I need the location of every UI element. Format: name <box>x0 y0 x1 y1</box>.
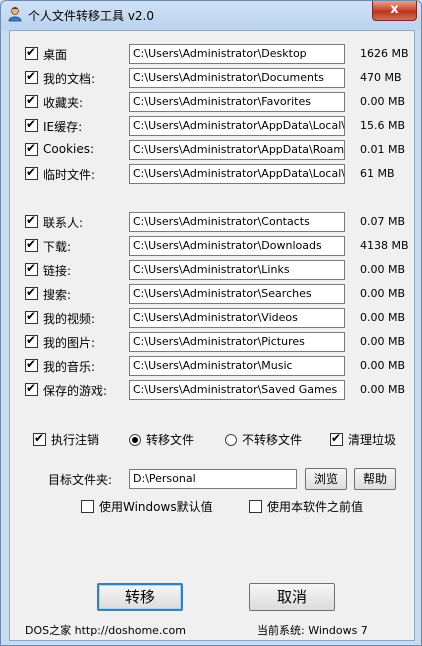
folder-path-input[interactable]: C:\Users\Administrator\Desktop <box>129 44 345 64</box>
move-files-radio[interactable] <box>129 434 141 446</box>
folder-label: 我的图片: <box>43 336 96 350</box>
folder-row: 我的文档: C:\Users\Administrator\Documents 470… <box>10 67 414 89</box>
footer-site-text: DOS之家 http://doshome.com <box>25 624 186 637</box>
folder-path-input[interactable]: C:\Users\Administrator\Saved Games <box>129 380 345 400</box>
folder-path-input[interactable]: C:\Users\Administrator\Favorites <box>129 92 345 112</box>
folder-path-input[interactable]: C:\Users\Administrator\Downloads <box>129 236 345 256</box>
folder-checkbox[interactable] <box>25 333 38 348</box>
folder-label: 搜索: <box>43 288 72 302</box>
folder-row: 搜索: C:\Users\Administrator\Searches 0.00 M… <box>10 283 414 305</box>
close-button[interactable]: x <box>372 1 417 21</box>
folder-path-input[interactable]: C:\Users\Administrator\Pictures <box>129 332 345 352</box>
window-title: 个人文件转移工具 v2.0 <box>28 9 155 23</box>
client-area: 桌面 C:\Users\Administrator\Desktop 1626 MB 我… <box>9 30 415 641</box>
folder-row: 我的图片: C:\Users\Administrator\Pictures 0.00… <box>10 331 414 353</box>
folder-size: 0.00 MB <box>360 335 406 348</box>
folder-row: 保存的游戏: C:\Users\Administrator\Saved Games… <box>10 379 414 401</box>
previous-values-checkbox[interactable] <box>249 500 262 513</box>
folder-label: 收藏夹: <box>43 96 84 110</box>
folder-checkbox[interactable] <box>25 237 38 252</box>
logoff-label: 执行注销 <box>51 433 100 447</box>
windows-default-checkbox[interactable] <box>81 500 94 513</box>
folder-row: 临时文件: C:\Users\Administrator\AppData\Loca… <box>10 163 414 185</box>
folder-size: 4138 MB <box>360 239 409 252</box>
app-user-icon <box>8 7 22 22</box>
folder-checkbox[interactable] <box>25 45 38 60</box>
folder-label: 保存的游戏: <box>43 384 108 398</box>
folder-size: 61 MB <box>360 167 395 180</box>
folder-checkbox[interactable] <box>25 261 38 276</box>
transfer-button[interactable]: 转移 <box>97 583 183 611</box>
folder-label: 桌面 <box>43 48 68 62</box>
folder-label: 我的视频: <box>43 312 96 326</box>
footer-system-text: 当前系统: Windows 7 <box>257 624 368 637</box>
folder-size: 470 MB <box>360 71 402 84</box>
folder-label: IE缓存: <box>43 120 83 134</box>
previous-values-label: 使用本软件之前值 <box>267 500 364 514</box>
cancel-button[interactable]: 取消 <box>249 583 335 611</box>
folder-label: 联系人: <box>43 216 84 230</box>
folder-label: 下载: <box>43 240 72 254</box>
folder-row: 我的视频: C:\Users\Administrator\Videos 0.00 M… <box>10 307 414 329</box>
target-folder-input[interactable]: D:\Personal <box>129 469 297 489</box>
folder-size: 1626 MB <box>360 47 409 60</box>
folder-size: 0.00 MB <box>360 95 406 108</box>
folder-size: 0.00 MB <box>360 383 406 396</box>
folder-checkbox[interactable] <box>25 93 38 108</box>
windows-default-label: 使用Windows默认值 <box>99 500 213 514</box>
folder-checkbox[interactable] <box>25 381 38 396</box>
folder-row: 我的音乐: C:\Users\Administrator\Music 0.00 MB <box>10 355 414 377</box>
folder-path-input[interactable]: C:\Users\Administrator\Links <box>129 260 345 280</box>
folder-checkbox[interactable] <box>25 117 38 132</box>
folder-row: 桌面 C:\Users\Administrator\Desktop 1626 MB <box>10 43 414 65</box>
folder-path-input[interactable]: C:\Users\Administrator\AppData\Roaming\M <box>129 140 345 160</box>
folder-label: 链接: <box>43 264 72 278</box>
folder-label: 临时文件: <box>43 168 96 182</box>
folder-row: 收藏夹: C:\Users\Administrator\Favorites 0.00… <box>10 91 414 113</box>
folder-row: IE缓存: C:\Users\Administrator\AppData\Loca… <box>10 115 414 137</box>
no-move-files-label: 不转移文件 <box>242 433 303 447</box>
folder-row: 链接: C:\Users\Administrator\Links 0.00 MB <box>10 259 414 281</box>
folder-label: 我的文档: <box>43 72 96 86</box>
folder-size: 0.07 MB <box>360 215 406 228</box>
target-folder-label: 目标文件夹: <box>48 473 113 487</box>
folder-checkbox[interactable] <box>25 141 38 156</box>
folder-label: 我的音乐: <box>43 360 96 374</box>
folder-row: 下载: C:\Users\Administrator\Downloads 4138 … <box>10 235 414 257</box>
folder-path-input[interactable]: C:\Users\Administrator\Videos <box>129 308 345 328</box>
folder-path-input[interactable]: C:\Users\Administrator\AppData\Local\Tem… <box>129 164 345 184</box>
title-bar[interactable]: 个人文件转移工具 v2.0 x <box>1 1 421 29</box>
folder-size: 0.00 MB <box>360 287 406 300</box>
logoff-checkbox[interactable] <box>33 431 46 446</box>
folder-checkbox[interactable] <box>25 285 38 300</box>
close-icon: x <box>390 2 399 17</box>
folder-size: 0.00 MB <box>360 359 406 372</box>
folder-path-input[interactable]: C:\Users\Administrator\Contacts <box>129 212 345 232</box>
move-files-label: 转移文件 <box>146 433 195 447</box>
folder-row: Cookies: C:\Users\Administrator\AppData\R… <box>10 139 414 161</box>
folder-size: 0.00 MB <box>360 311 406 324</box>
folder-checkbox[interactable] <box>25 309 38 324</box>
app-window: 个人文件转移工具 v2.0 x 桌面 C:\Users\Administrator… <box>0 0 422 646</box>
clean-junk-label: 清理垃圾 <box>348 433 397 447</box>
no-move-files-radio[interactable] <box>225 434 237 446</box>
folder-checkbox[interactable] <box>25 69 38 84</box>
folder-path-input[interactable]: C:\Users\Administrator\AppData\Local\Mic… <box>129 116 345 136</box>
folder-path-input[interactable]: C:\Users\Administrator\Searches <box>129 284 345 304</box>
browse-button[interactable]: 浏览 <box>305 468 347 490</box>
help-button[interactable]: 帮助 <box>354 468 396 490</box>
folder-checkbox[interactable] <box>25 357 38 372</box>
folder-size: 15.6 MB <box>360 119 406 132</box>
folder-size: 0.00 MB <box>360 263 406 276</box>
folder-size: 0.01 MB <box>360 143 406 156</box>
folder-path-input[interactable]: C:\Users\Administrator\Documents <box>129 68 345 88</box>
folder-label: Cookies: <box>43 142 95 156</box>
clean-junk-checkbox[interactable] <box>330 431 343 446</box>
folder-row: 联系人: C:\Users\Administrator\Contacts 0.07 … <box>10 211 414 233</box>
folder-path-input[interactable]: C:\Users\Administrator\Music <box>129 356 345 376</box>
folder-checkbox[interactable] <box>25 213 38 228</box>
folder-checkbox[interactable] <box>25 165 38 180</box>
